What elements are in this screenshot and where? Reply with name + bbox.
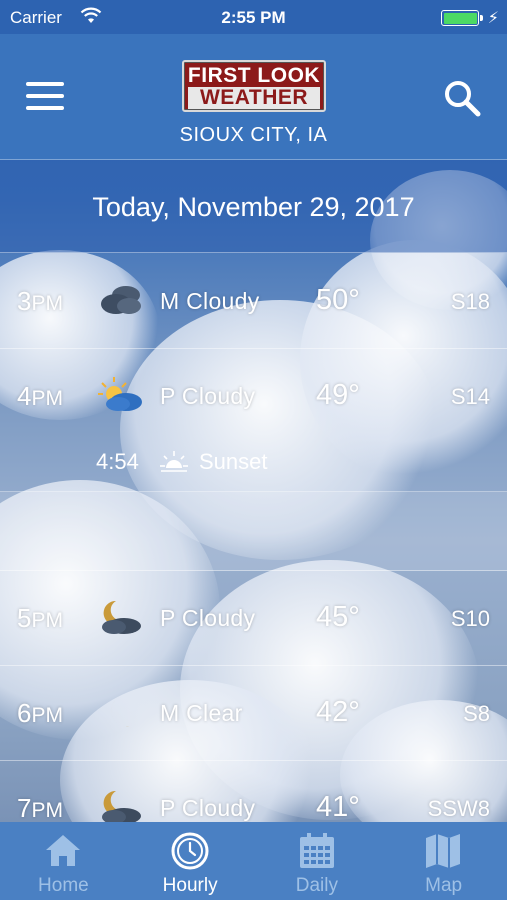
wind-label: S10 — [450, 606, 490, 631]
hourly-row[interactable]: 3PM M Cloudy 50° S18 — [0, 254, 507, 349]
partly-cloudy-night-icon — [102, 600, 141, 634]
wind-label: SSW8 — [427, 796, 490, 821]
sunset-row: 4:54 Sunset — [0, 443, 507, 491]
tab-daily[interactable]: Daily — [254, 822, 381, 900]
hourly-row[interactable]: 6PM M Clear 42° S8 — [0, 666, 507, 761]
tab-hourly[interactable]: Hourly — [127, 822, 254, 900]
status-bar: Carrier 2:55 PM ⚡ — [0, 0, 507, 34]
mostly-cloudy-icon — [101, 286, 141, 314]
hour-label: 3PM — [17, 286, 63, 316]
condition-label: M Cloudy — [160, 288, 260, 314]
charging-icon: ⚡ — [487, 10, 499, 27]
tab-label: Home — [38, 875, 89, 896]
sunset-icon — [160, 451, 188, 472]
location-label[interactable]: SIOUX CITY, IA — [0, 124, 507, 147]
hour-label: 6PM — [17, 698, 63, 728]
tab-bar: Home Hourly Daily Map — [0, 822, 507, 900]
tab-label: Map — [425, 875, 463, 896]
map-icon — [426, 834, 461, 868]
wind-label: S8 — [463, 701, 490, 726]
search-icon[interactable] — [442, 78, 482, 118]
temperature-label: 41° — [316, 791, 360, 823]
calendar-icon — [299, 833, 334, 868]
wind-label: S14 — [450, 384, 490, 409]
row-separator-band — [0, 491, 507, 571]
condition-label: P Cloudy — [160, 605, 256, 631]
temperature-label: 50° — [316, 284, 360, 316]
sunset-time: 4:54 — [96, 449, 139, 474]
temperature-label: 45° — [316, 601, 360, 633]
condition-label: P Cloudy — [160, 795, 256, 821]
tab-label: Daily — [295, 875, 338, 896]
hourly-row[interactable]: 5PM P Cloudy 45° S10 — [0, 571, 507, 666]
hour-label: 7PM — [17, 793, 63, 823]
wind-label: S18 — [450, 289, 490, 314]
condition-label: M Clear — [160, 700, 243, 726]
temperature-label: 49° — [316, 379, 360, 411]
moon-icon — [111, 696, 132, 727]
temperature-label: 42° — [316, 696, 360, 728]
home-icon — [46, 835, 80, 866]
battery-icon — [441, 10, 483, 26]
logo-line2: WEATHER — [188, 87, 320, 109]
tab-home[interactable]: Home — [0, 822, 127, 900]
hamburger-line — [26, 82, 64, 86]
tab-label: Hourly — [162, 875, 218, 896]
tab-map[interactable]: Map — [380, 822, 507, 900]
app-logo: FIRST LOOK WEATHER — [182, 60, 326, 112]
hamburger-line — [26, 106, 64, 110]
hour-label: 4PM — [17, 381, 63, 411]
sunset-label: Sunset — [199, 449, 268, 474]
partly-cloudy-night-icon — [102, 790, 141, 824]
logo-line1: FIRST LOOK — [187, 64, 321, 87]
partly-cloudy-day-icon — [98, 377, 142, 411]
condition-label: P Cloudy — [160, 383, 256, 409]
hamburger-line — [26, 94, 64, 98]
date-header: Today, November 29, 2017 — [0, 160, 507, 253]
app-header: FIRST LOOK WEATHER SIOUX CITY, IA — [0, 34, 507, 160]
clock-icon — [171, 832, 209, 870]
hour-label: 5PM — [17, 603, 63, 633]
date-label: Today, November 29, 2017 — [92, 192, 415, 222]
menu-button[interactable] — [26, 82, 64, 110]
clock-time: 2:55 PM — [221, 8, 286, 27]
